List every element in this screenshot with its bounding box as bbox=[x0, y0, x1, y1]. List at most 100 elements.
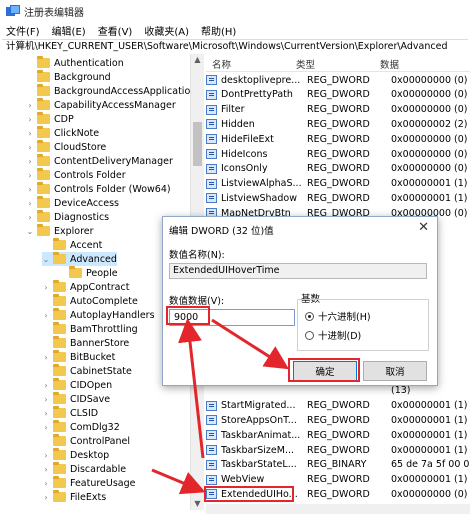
tree-item[interactable]: Accent bbox=[42, 238, 102, 252]
tree-item[interactable]: › Desktop bbox=[42, 448, 109, 462]
value-data-input[interactable]: 9000 bbox=[169, 309, 295, 326]
chevron-right-icon[interactable]: › bbox=[42, 409, 50, 418]
list-hscrollbar[interactable] bbox=[206, 504, 470, 514]
menu-favorites[interactable]: 收藏夹(A) bbox=[144, 23, 189, 38]
tree-item[interactable]: › CDP bbox=[26, 112, 74, 126]
chevron-down-icon[interactable]: ⌄ bbox=[42, 255, 50, 264]
chevron-right-icon[interactable]: › bbox=[26, 199, 34, 208]
tree-item[interactable]: › CIDSave bbox=[42, 392, 110, 406]
value-name: WebView bbox=[221, 474, 265, 486]
value-row[interactable]: WebView REG_DWORD 0x00000001 (1) bbox=[206, 473, 470, 487]
value-type: REG_DWORD bbox=[307, 163, 370, 175]
value-row[interactable]: DontPrettyPath REG_DWORD 0x00000000 (0) bbox=[206, 88, 470, 102]
tree-item[interactable]: BannerStore bbox=[42, 336, 129, 350]
tree-item[interactable]: ⌄ Explorer bbox=[26, 224, 94, 238]
chevron-right-icon[interactable]: › bbox=[42, 479, 50, 488]
chevron-right-icon[interactable]: › bbox=[42, 451, 50, 460]
tree-item[interactable]: › Controls Folder bbox=[26, 168, 126, 182]
tree-item[interactable]: People bbox=[58, 266, 118, 280]
tree-item[interactable]: Background bbox=[26, 70, 111, 84]
tree-item[interactable]: › AutoplayHandlers bbox=[42, 308, 155, 322]
chevron-right-icon[interactable]: › bbox=[26, 185, 34, 194]
column-type[interactable]: 类型 bbox=[296, 57, 380, 71]
value-row[interactable]: Hidden REG_DWORD 0x00000002 (2) bbox=[206, 117, 470, 131]
ok-button[interactable]: 确定 bbox=[293, 361, 357, 381]
tree-item[interactable]: ControlPanel bbox=[42, 434, 130, 448]
value-row[interactable]: ExtendedUIHo... REG_DWORD 0x00000000 (0) bbox=[206, 487, 470, 501]
chevron-right-icon[interactable]: › bbox=[42, 381, 50, 390]
hex-radio[interactable]: 十六进制(H) bbox=[305, 309, 371, 323]
tree-item[interactable]: › CIDOpen bbox=[42, 378, 112, 392]
cancel-button[interactable]: 取消 bbox=[363, 361, 427, 381]
tree-item[interactable]: › ClickNote bbox=[26, 126, 99, 140]
value-row[interactable]: desktoplivepre... REG_DWORD 0x00000000 (0) bbox=[206, 73, 470, 87]
tree-item[interactable]: › Discardable bbox=[42, 462, 126, 476]
folder-icon bbox=[53, 434, 66, 446]
value-row[interactable]: TaskbarAnimat... REG_DWORD 0x00000001 (1) bbox=[206, 428, 470, 442]
menu-help[interactable]: 帮助(H) bbox=[201, 23, 236, 38]
address-bar[interactable]: 计算机\HKEY_CURRENT_USER\Software\Microsoft… bbox=[2, 39, 468, 53]
dec-radio[interactable]: 十进制(D) bbox=[305, 328, 361, 342]
tree-item[interactable]: Authentication bbox=[26, 56, 124, 70]
value-name-field[interactable]: ExtendedUIHoverTime bbox=[169, 263, 427, 279]
tree-item[interactable]: › CapabilityAccessManager bbox=[26, 98, 176, 112]
chevron-right-icon[interactable]: › bbox=[26, 129, 34, 138]
close-icon[interactable]: ✕ bbox=[418, 220, 429, 235]
tree-item[interactable]: BamThrottling bbox=[42, 322, 138, 336]
chevron-right-icon[interactable]: › bbox=[26, 171, 34, 180]
tree-item[interactable]: › FeatureUsage bbox=[42, 476, 136, 490]
menu-view[interactable]: 查看(V) bbox=[98, 23, 133, 38]
folder-icon bbox=[37, 154, 50, 166]
chevron-right-icon[interactable]: › bbox=[42, 423, 50, 432]
value-type: REG_DWORD bbox=[307, 89, 370, 101]
column-name[interactable]: 名称 bbox=[206, 57, 296, 71]
tree-item[interactable]: › Diagnostics bbox=[26, 210, 109, 224]
value-row[interactable]: ListviewShadow REG_DWORD 0x00000001 (1) bbox=[206, 191, 470, 205]
scroll-up-icon[interactable]: ▲ bbox=[191, 54, 204, 66]
tree-item-label: CapabilityAccessManager bbox=[54, 99, 176, 111]
tree-item[interactable]: › ComDlg32 bbox=[42, 420, 120, 434]
scroll-thumb[interactable] bbox=[193, 122, 202, 166]
value-row[interactable]: Filter REG_DWORD 0x00000000 (0) bbox=[206, 103, 470, 117]
chevron-right-icon[interactable]: › bbox=[42, 465, 50, 474]
tree-item[interactable]: › BitBucket bbox=[42, 350, 115, 364]
value-row[interactable]: HideFileExt REG_DWORD 0x00000000 (0) bbox=[206, 132, 470, 146]
chevron-right-icon[interactable]: › bbox=[26, 143, 34, 152]
tree-item[interactable]: CabinetState bbox=[42, 364, 132, 378]
tree-item[interactable]: › AppContract bbox=[42, 280, 129, 294]
tree-item[interactable]: › CloudStore bbox=[26, 140, 106, 154]
chevron-right-icon[interactable]: › bbox=[42, 283, 50, 292]
tree-item[interactable]: › Controls Folder (Wow64) bbox=[26, 182, 171, 196]
chevron-down-icon[interactable]: ⌄ bbox=[26, 227, 34, 236]
value-row[interactable]: StoreAppsOnT... REG_DWORD 0x00000001 (1) bbox=[206, 413, 470, 427]
value-row[interactable]: ListviewAlphaS... REG_DWORD 0x00000001 (1) bbox=[206, 177, 470, 191]
tree-item[interactable]: AutoComplete bbox=[42, 294, 138, 308]
tree-item[interactable]: BackgroundAccessApplications bbox=[26, 84, 190, 98]
value-name: ExtendedUIHo... bbox=[221, 488, 298, 500]
tree-item[interactable]: › FileExts bbox=[42, 490, 106, 504]
menu-edit[interactable]: 编辑(E) bbox=[52, 23, 86, 38]
chevron-right-icon[interactable]: › bbox=[26, 115, 34, 124]
column-data[interactable]: 数据 bbox=[380, 57, 470, 71]
tree-item[interactable]: ⌄ Advanced bbox=[42, 252, 117, 266]
chevron-right-icon[interactable]: › bbox=[42, 493, 50, 502]
chevron-right-icon[interactable]: › bbox=[26, 157, 34, 166]
tree-item[interactable]: › ContentDeliveryManager bbox=[26, 154, 173, 168]
scroll-down-icon[interactable]: ▼ bbox=[191, 498, 204, 510]
value-row[interactable]: IconsOnly REG_DWORD 0x00000000 (0) bbox=[206, 162, 470, 176]
value-row[interactable]: TaskbarStateL... REG_BINARY 65 de 7a 5f 00… bbox=[206, 458, 470, 472]
value-row[interactable]: TaskbarSizeM... REG_DWORD 0x00000001 (1) bbox=[206, 443, 470, 457]
chevron-right-icon[interactable]: › bbox=[42, 353, 50, 362]
tree-item[interactable]: › DeviceAccess bbox=[26, 196, 119, 210]
value-type: REG_DWORD bbox=[307, 192, 370, 204]
menu-file[interactable]: 文件(F) bbox=[6, 23, 40, 38]
value-row[interactable]: StartMigrated... REG_DWORD 0x00000001 (1) bbox=[206, 399, 470, 413]
tree-item[interactable]: › CLSID bbox=[42, 406, 98, 420]
chevron-right-icon[interactable]: › bbox=[26, 101, 34, 110]
chevron-right-icon[interactable]: › bbox=[26, 213, 34, 222]
base-group bbox=[297, 299, 429, 351]
chevron-right-icon[interactable]: › bbox=[42, 395, 50, 404]
chevron-right-icon[interactable]: › bbox=[42, 311, 50, 320]
value-row[interactable]: HideIcons REG_DWORD 0x00000000 (0) bbox=[206, 147, 470, 161]
folder-icon bbox=[37, 196, 50, 208]
